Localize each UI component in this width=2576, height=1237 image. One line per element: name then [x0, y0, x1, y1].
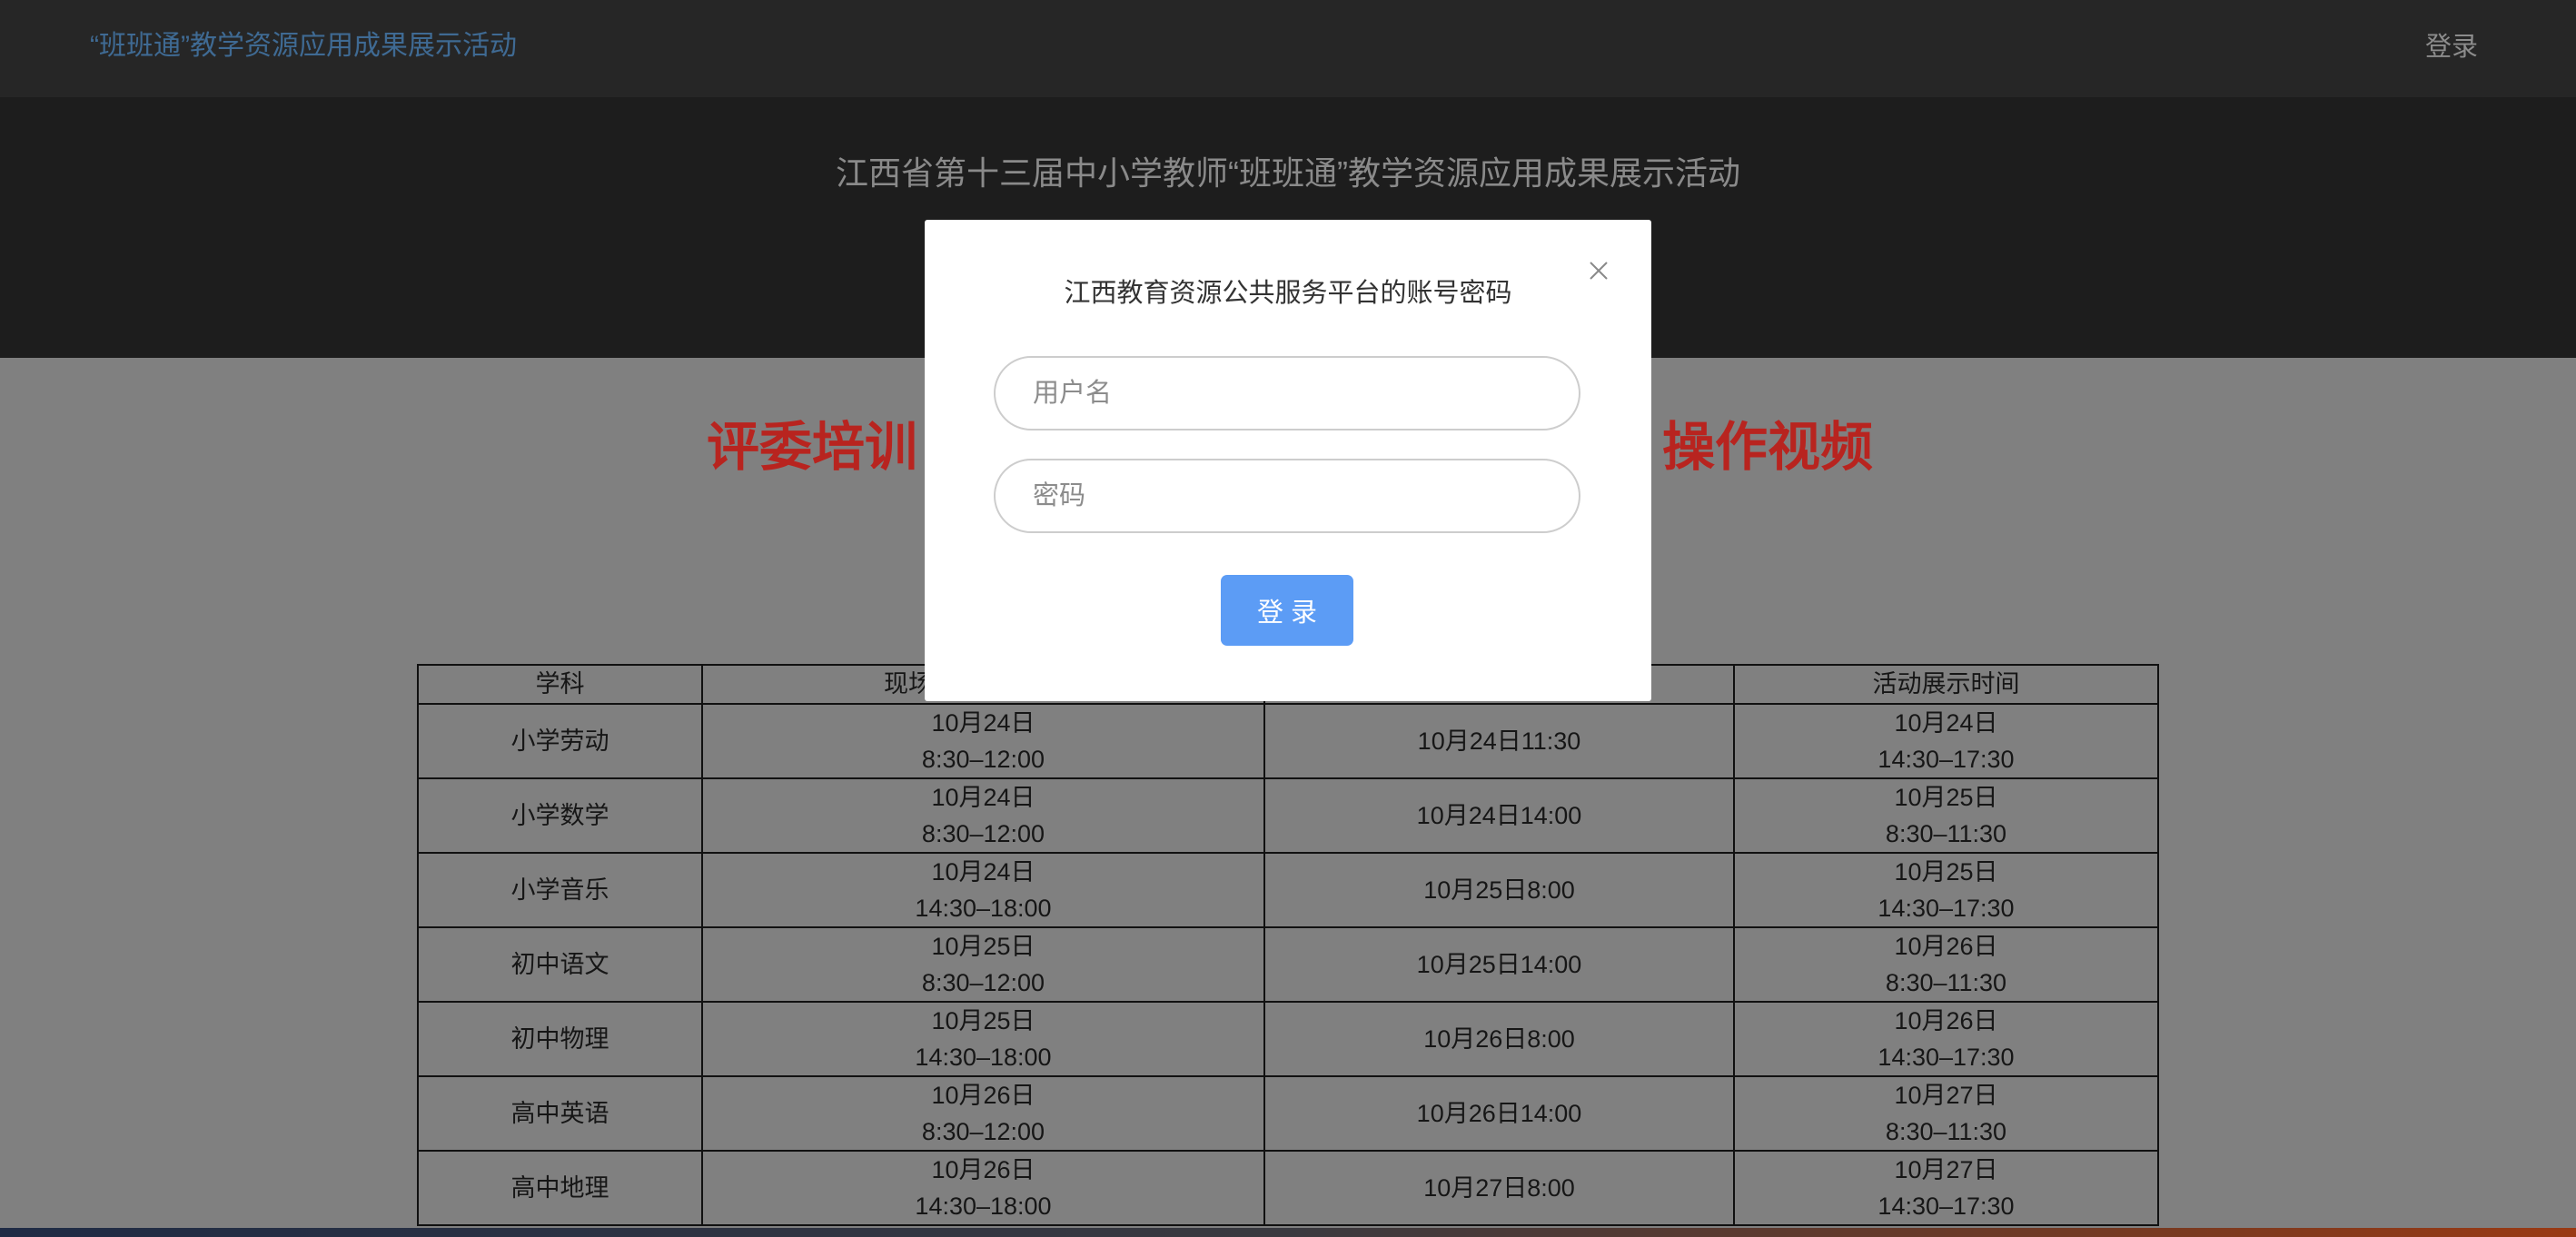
login-modal: 江西教育资源公共服务平台的账号密码 登 录: [925, 220, 1651, 701]
modal-title: 江西教育资源公共服务平台的账号密码: [1064, 279, 1512, 308]
close-icon[interactable]: [1589, 261, 1609, 281]
username-field[interactable]: [994, 356, 1580, 430]
login-button[interactable]: 登 录: [1221, 575, 1353, 646]
password-field[interactable]: [994, 459, 1580, 533]
